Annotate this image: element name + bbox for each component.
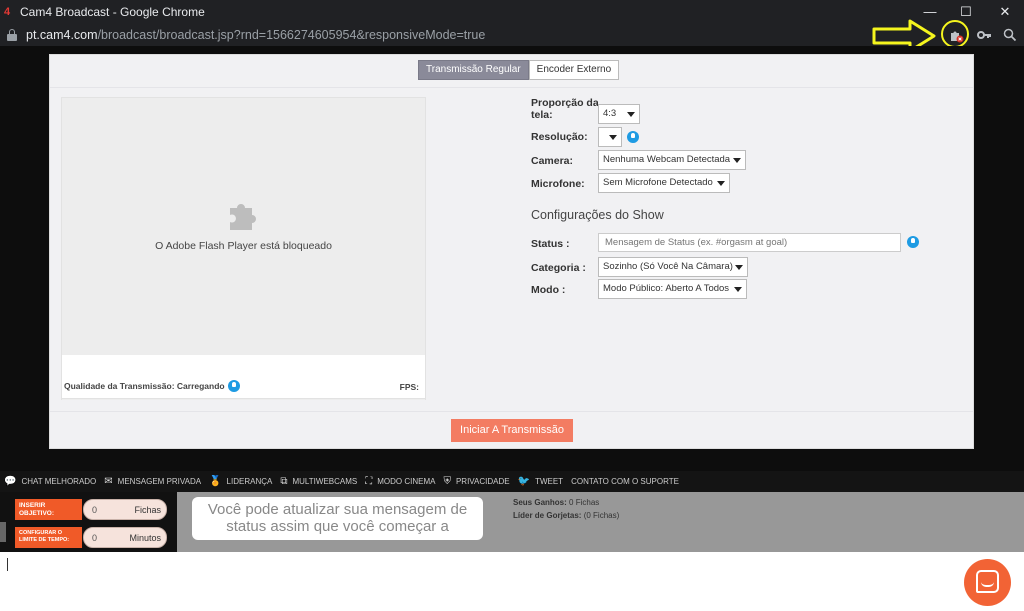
nav-mensagem-privada[interactable]: ✉ MENSAGEM PRIVADA (104, 476, 201, 487)
chevron-down-icon (733, 158, 741, 163)
aspect-label-line2: tela: (531, 109, 553, 121)
feature-nav: 💬 CHAT MELHORADO ✉ MENSAGEM PRIVADA 🏅 LIDER… (0, 471, 1024, 492)
divider (50, 87, 973, 88)
time-limit-input[interactable]: 0 Minutos (83, 527, 167, 548)
resolution-info-icon[interactable] (627, 131, 639, 143)
goal-label: INSERIR OBJETIVO: (15, 499, 82, 520)
nav-contato-suporte[interactable]: CONTATO COM O SUPORTE (571, 477, 679, 486)
envelope-icon: ✉ (104, 476, 113, 487)
support-chat-button[interactable] (964, 559, 1011, 606)
top-tipper-text: Líder de Gorjetas: (0 Fichas) (513, 511, 620, 520)
side-toggle-button[interactable] (0, 522, 6, 542)
tab-encoder-externo[interactable]: Encoder Externo (528, 60, 620, 80)
nav-tweet[interactable]: 🐦 TWEET (518, 476, 563, 487)
fps-label: FPS: (399, 382, 419, 392)
mode-label: Modo : (531, 284, 566, 296)
fullscreen-icon: ⛶ (365, 476, 373, 487)
browser-titlebar: 4 Cam4 Broadcast - Google Chrome — ☐ ✕ (0, 0, 1024, 24)
broadcast-tabs: Transmissão Regular Encoder Externo (418, 60, 620, 80)
resolution-select[interactable] (598, 127, 622, 147)
category-label: Categoria : (531, 262, 586, 274)
chevron-down-icon (627, 112, 635, 117)
quality-label: Qualidade da Transmissão: Carregando (64, 380, 240, 392)
camera-label: Camera: (531, 155, 574, 167)
status-label: Status : (531, 238, 570, 250)
earnings-text: Seus Ganhos: 0 Fichas (513, 498, 600, 507)
twitter-icon: 🐦 (517, 476, 531, 487)
status-input[interactable] (598, 233, 901, 252)
chevron-down-icon (609, 135, 617, 140)
microphone-select[interactable]: Sem Microfone Detectado (598, 173, 730, 193)
url-text[interactable]: pt.cam4.com/broadcast/broadcast.jsp?rnd=… (26, 28, 485, 42)
nav-lideranca[interactable]: 🏅 LIDERANÇA (209, 476, 272, 487)
flash-blocked-text: O Adobe Flash Player está bloqueado (155, 240, 332, 252)
resolution-label: Resolução: (531, 131, 588, 143)
annotation-circle (941, 20, 969, 48)
shield-icon: ⛨ (443, 476, 451, 487)
video-status-bar: Qualidade da Transmissão: Carregando FPS… (61, 355, 426, 399)
nav-chat-melhorado[interactable]: 💬 CHAT MELHORADO (4, 476, 96, 487)
microphone-label: Microfone: (531, 178, 585, 190)
goal-input[interactable]: 0 Fichas (83, 499, 167, 520)
broadcast-panel: Transmissão Regular Encoder Externo O Ad… (49, 54, 974, 449)
broadcast-footer: INSERIR OBJETIVO: 0 Fichas CONFIGURAR O LIM… (0, 492, 1024, 552)
category-select[interactable]: Sozinho (Só Você Na Câmara) (598, 257, 748, 277)
medal-icon: 🏅 (209, 476, 222, 487)
key-icon[interactable] (976, 24, 992, 46)
camera-select[interactable]: Nenhuma Webcam Detectada (598, 150, 746, 170)
goal-panel: INSERIR OBJETIVO: 0 Fichas CONFIGURAR O LIM… (0, 492, 177, 552)
lock-icon[interactable] (7, 29, 17, 41)
aspect-select[interactable]: 4:3 (598, 104, 640, 124)
tab-transmissao-regular[interactable]: Transmissão Regular (418, 60, 529, 80)
divider (50, 411, 973, 412)
zoom-icon[interactable] (1003, 24, 1017, 46)
window-title: Cam4 Broadcast - Google Chrome (20, 5, 205, 19)
close-icon[interactable]: ✕ (985, 0, 1024, 24)
chevron-down-icon (735, 265, 743, 270)
cam4-favicon-icon: 4 (4, 6, 11, 18)
time-limit-label: CONFIGURAR O LIMITE DE TEMPO: (15, 527, 82, 548)
start-broadcast-button[interactable]: Iniciar A Transmissão (451, 419, 573, 442)
nav-multiwebcams[interactable]: ⧉ MULTIWEBCAMS (280, 476, 357, 487)
text-cursor (7, 558, 8, 571)
address-bar[interactable]: pt.cam4.com/broadcast/broadcast.jsp?rnd=… (0, 24, 1024, 46)
nav-privacidade[interactable]: ⛨ PRIVACIDADE (443, 476, 509, 487)
info-tip-icon[interactable] (227, 380, 240, 392)
chevron-down-icon (717, 181, 725, 186)
aspect-label-line1: Proporção da (531, 97, 599, 109)
chevron-down-icon (734, 287, 742, 292)
plugin-puzzle-icon[interactable] (226, 198, 262, 234)
status-message-box: Você pode atualizar sua mensagem de stat… (192, 497, 483, 540)
chat-bubble-icon: 💬 (4, 476, 17, 487)
show-settings-title: Configurações do Show (531, 208, 664, 222)
mode-select[interactable]: Modo Público: Aberto A Todos (598, 279, 747, 299)
nav-modo-cinema[interactable]: ⛶ MODO CINEMA (365, 476, 435, 487)
status-info-icon[interactable] (907, 236, 919, 248)
multiwindow-icon: ⧉ (280, 476, 288, 487)
